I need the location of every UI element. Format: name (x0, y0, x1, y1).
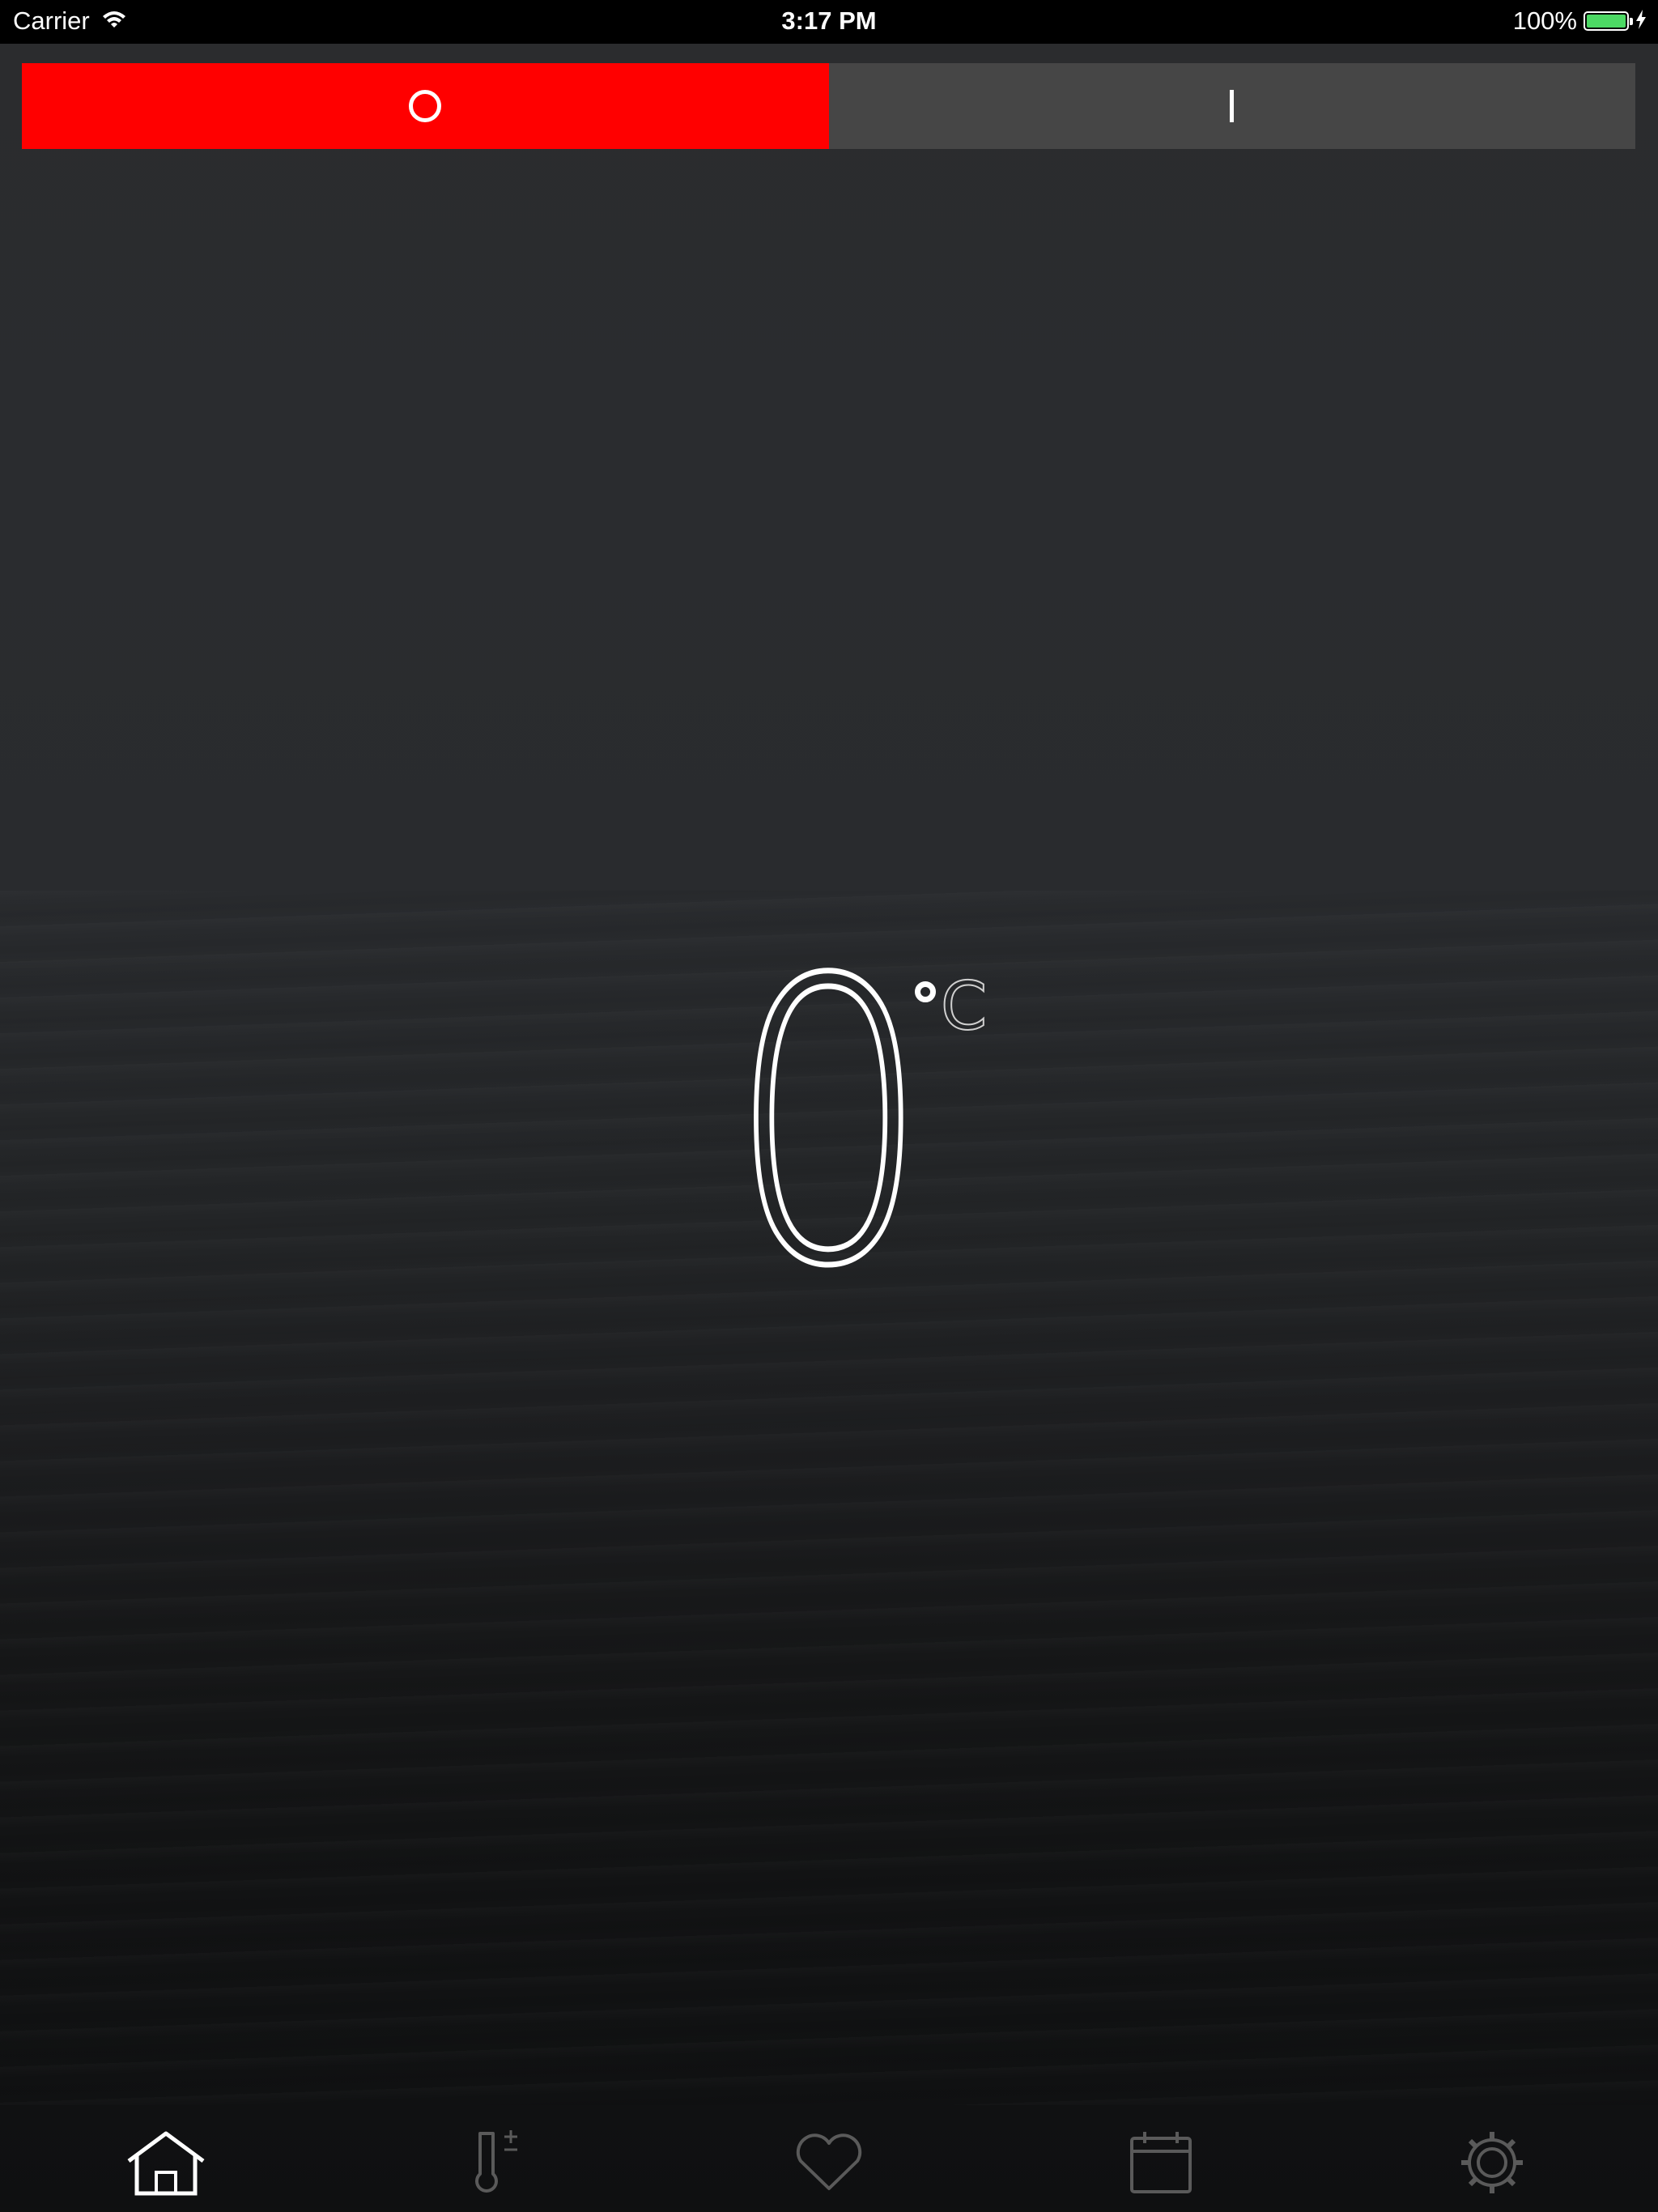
power-off-icon (409, 90, 442, 122)
power-toggle (22, 63, 1635, 149)
tab-bar (0, 2113, 1658, 2212)
tab-temperature-adjust[interactable] (332, 2113, 664, 2212)
battery-percent: 100% (1512, 6, 1577, 35)
unit-letter: C (940, 968, 988, 1045)
calendar-icon (1127, 2130, 1195, 2195)
thermometer-adjust-icon (469, 2129, 525, 2197)
tab-schedule[interactable] (995, 2113, 1327, 2212)
battery-icon (1584, 11, 1633, 31)
tab-settings[interactable] (1326, 2113, 1658, 2212)
status-bar: Carrier 3:17 PM 100% (0, 0, 1658, 44)
temperature-unit: C (915, 968, 988, 1045)
power-on-icon (1230, 90, 1235, 122)
heart-icon (793, 2132, 865, 2193)
tab-favorites[interactable] (663, 2113, 995, 2212)
tab-home[interactable] (0, 2113, 332, 2212)
temperature-value: 0 (725, 899, 933, 1351)
gear-icon (1458, 2129, 1526, 2197)
power-on-segment[interactable] (828, 63, 1635, 149)
degree-icon (915, 981, 936, 1002)
power-off-segment[interactable] (22, 63, 829, 149)
status-right: 100% (1513, 6, 1647, 36)
lightning-icon (1635, 6, 1647, 36)
home-icon (125, 2129, 206, 2197)
temperature-display: 0 C (0, 899, 1658, 1351)
status-time: 3:17 PM (781, 6, 877, 35)
